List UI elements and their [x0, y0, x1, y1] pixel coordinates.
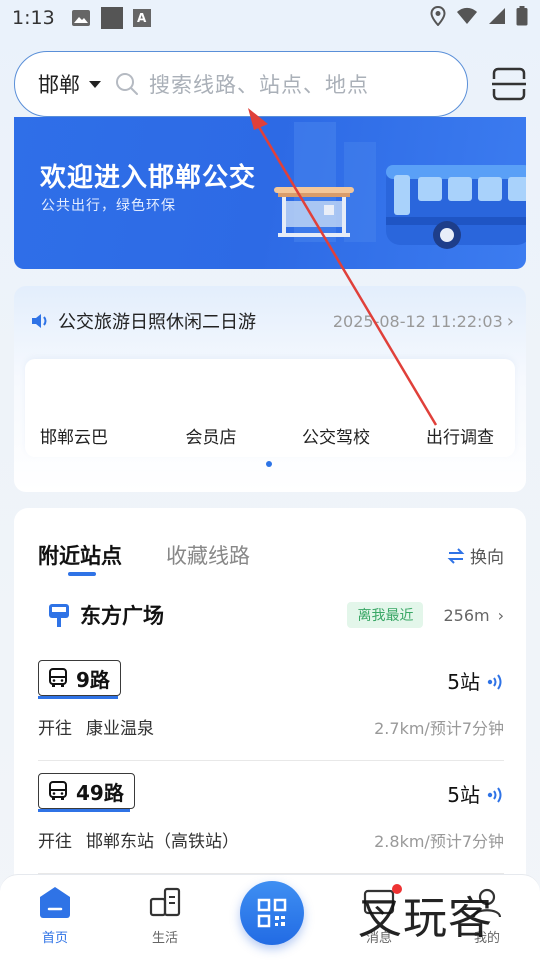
quick-links: 邯郸云巴 会员店 公交驾校 出行调查 — [25, 359, 515, 457]
route-eta: 2.7km/预计7分钟 — [374, 719, 504, 738]
image-icon — [71, 8, 91, 28]
chevron-right-icon: › — [506, 310, 514, 332]
promo-banner[interactable]: 欢迎进入邯郸公交 公共出行，绿色环保 — [14, 117, 526, 269]
bus-illustration — [274, 122, 526, 249]
nearest-badge: 离我最近 — [347, 602, 424, 628]
bus-stop-icon — [48, 603, 70, 627]
wifi-icon — [456, 7, 478, 30]
realtime-signal-icon — [486, 672, 504, 690]
chevron-right-icon: › — [497, 605, 504, 625]
tab-nearby-stops[interactable]: 附近站点 — [38, 540, 122, 570]
quick-link-driving-school[interactable]: 公交驾校 — [281, 423, 391, 448]
status-time: 1:13 — [12, 7, 55, 29]
notice-time: 2025-08-12 11:22:03 — [332, 311, 503, 331]
nav-home[interactable]: 首页 — [15, 885, 95, 946]
stops-count: 5站 — [447, 783, 480, 807]
dest-prefix: 开往 — [38, 719, 72, 739]
qr-code-icon — [257, 898, 287, 928]
stop-distance: 256m — [443, 605, 490, 625]
route-number: 9路 — [76, 667, 110, 692]
notice-card: 公交旅游日照休闲二日游 2025-08-12 11:22:03 › 邯郸云巴 会… — [14, 286, 526, 492]
tab-indicator — [68, 572, 96, 576]
pager-dot — [266, 461, 272, 467]
route-badge: 49路 — [38, 773, 135, 812]
swap-direction-button[interactable]: 换向 — [447, 543, 504, 568]
status-bar: 1:13 A — [0, 0, 540, 36]
battery-icon — [516, 5, 528, 31]
bus-icon — [48, 668, 68, 688]
notice-row[interactable]: 公交旅游日照休闲二日游 2025-08-12 11:22:03 › — [30, 308, 514, 334]
route-number: 49路 — [76, 780, 124, 805]
tab-favorite-routes[interactable]: 收藏线路 — [166, 540, 250, 570]
banner-title: 欢迎进入邯郸公交 — [40, 163, 257, 193]
bus-icon — [48, 781, 68, 801]
watermark-text: 叉玩客 — [358, 893, 493, 944]
a-icon: A — [132, 9, 151, 27]
qr-code-button[interactable] — [240, 881, 304, 945]
banner-subtitle: 公共出行，绿色环保 — [41, 198, 176, 214]
route-badge: 9路 — [38, 660, 121, 699]
dest-prefix: 开往 — [38, 832, 72, 852]
route-eta: 2.8km/预计7分钟 — [374, 832, 504, 851]
dest-name: 康业温泉 — [86, 719, 154, 739]
route-underline — [38, 809, 130, 812]
stops-count: 5站 — [447, 670, 480, 694]
search-bar[interactable]: 邯郸 搜索线路、站点、地点 — [14, 51, 468, 117]
quick-link-yunba[interactable]: 邯郸云巴 — [19, 423, 129, 448]
header: 邯郸 搜索线路、站点、地点 — [14, 51, 526, 117]
city-selector[interactable]: 邯郸 — [38, 69, 80, 99]
route-underline — [38, 696, 118, 699]
swap-label: 换向 — [470, 548, 504, 568]
search-icon — [115, 72, 139, 96]
notice-text: 公交旅游日照休闲二日游 — [58, 312, 256, 333]
route-destination: 开往 邯郸东站（高铁站） — [38, 827, 253, 852]
scan-icon[interactable] — [492, 67, 526, 101]
realtime-signal-icon — [486, 785, 504, 803]
square-icon — [100, 7, 123, 29]
signal-icon — [488, 7, 506, 30]
route-stops: 5站 — [447, 779, 504, 808]
nav-life[interactable]: 生活 — [125, 885, 205, 946]
search-input[interactable]: 搜索线路、站点、地点 — [149, 69, 369, 99]
life-icon — [149, 887, 181, 917]
nav-label: 首页 — [41, 931, 68, 946]
quick-link-member-store[interactable]: 会员店 — [156, 423, 266, 448]
location-icon — [430, 5, 446, 31]
route-stops: 5站 — [447, 666, 504, 695]
stop-name: 东方广场 — [80, 604, 164, 628]
speaker-icon — [30, 311, 50, 331]
swap-icon — [447, 547, 465, 565]
quick-link-travel-survey[interactable]: 出行调查 — [405, 423, 515, 448]
caret-down-icon[interactable] — [89, 80, 101, 88]
home-icon — [40, 887, 70, 918]
dest-name: 邯郸东站（高铁站） — [86, 832, 239, 852]
stop-row[interactable]: 东方广场 离我最近 256m › — [48, 600, 504, 630]
nav-label: 生活 — [151, 931, 178, 946]
divider — [38, 760, 504, 761]
route-destination: 开往 康业温泉 — [38, 714, 168, 739]
nearby-card: 附近站点 收藏线路 换向 东方广场 离我最近 256m › 9路 5站 开往 康… — [14, 508, 526, 888]
